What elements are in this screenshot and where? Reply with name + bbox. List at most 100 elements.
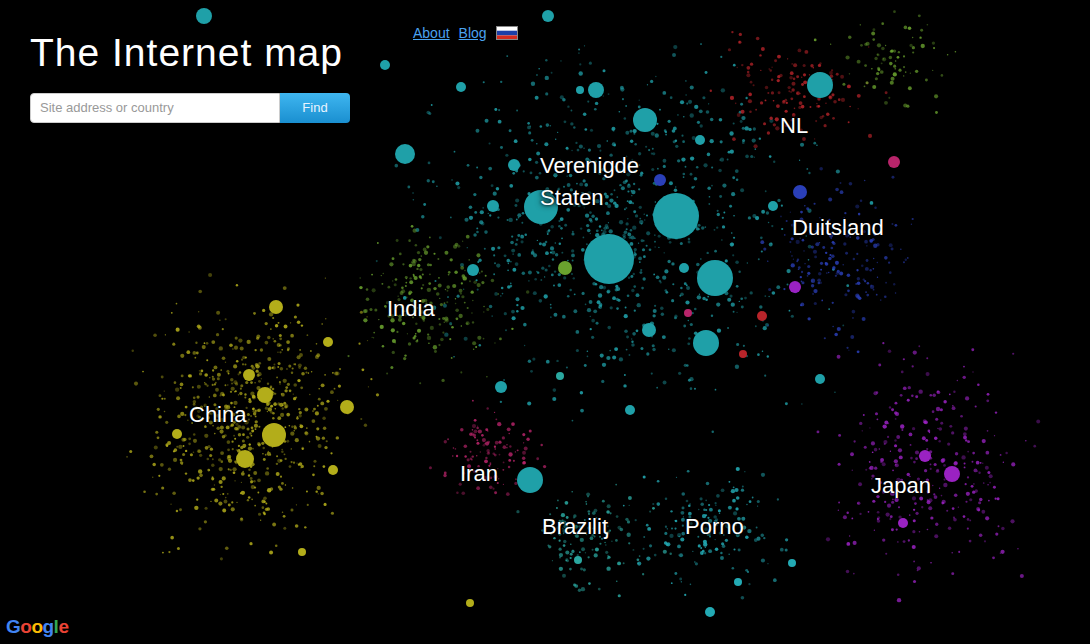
site-dot [466, 321, 470, 325]
site-dot [965, 439, 967, 441]
site-dot [596, 322, 599, 325]
internet-map[interactable]: Verenigde StatenNLDuitslandIndiaChinaIra… [0, 0, 1090, 644]
site-dot [681, 135, 683, 137]
site-dot [422, 284, 424, 286]
site-dot [253, 410, 255, 412]
site-dot [238, 394, 239, 395]
site-dot [588, 148, 591, 151]
site-dot [576, 183, 578, 185]
site-dot [932, 393, 936, 397]
site-dot [583, 148, 584, 149]
site-dot [837, 355, 841, 359]
site-dot [912, 365, 914, 367]
site-dot [522, 272, 525, 275]
site-dot [768, 222, 769, 223]
site-dot [740, 188, 744, 192]
site-dot [232, 448, 234, 450]
site-dot [736, 285, 739, 288]
site-dot [953, 391, 955, 393]
site-dot [476, 166, 478, 168]
site-dot [247, 428, 250, 431]
site-dot [595, 102, 598, 105]
site-dot [438, 344, 440, 346]
site-dot [521, 240, 524, 243]
site-dot [224, 500, 228, 504]
site-dot [449, 322, 452, 325]
site-dot [447, 290, 449, 292]
site-dot [731, 302, 735, 306]
site-dot [395, 164, 399, 168]
site-dot [741, 306, 744, 309]
site-dot [671, 299, 674, 302]
site-dot [978, 471, 980, 473]
site-dot [406, 278, 407, 279]
site-dot [652, 148, 654, 150]
site-dot [750, 291, 753, 294]
site-dot [641, 287, 644, 290]
site-dot [311, 371, 312, 372]
site-dot [606, 356, 610, 360]
site-dot [463, 289, 464, 290]
site-dot [683, 176, 685, 178]
site-dot [930, 562, 932, 564]
site-dot [981, 510, 985, 514]
site-dot [903, 386, 907, 390]
site-dot [685, 166, 687, 168]
site-dot [889, 406, 891, 408]
site-dot [213, 394, 217, 398]
site-dot [966, 492, 970, 496]
site-dot [503, 379, 505, 381]
site-dot [634, 248, 637, 251]
site-dot [253, 471, 257, 475]
site-dot [528, 131, 531, 134]
site-dot [560, 95, 564, 99]
site-dot [913, 350, 917, 354]
site-dot [322, 437, 325, 440]
site-dot [838, 434, 841, 437]
site-dot [627, 184, 631, 188]
site-dot [859, 422, 862, 425]
site-dot [261, 442, 264, 445]
site-dot [571, 110, 573, 112]
site-dot [312, 474, 315, 477]
site-dot [578, 52, 580, 54]
site-dot [240, 388, 242, 390]
site-dot [279, 344, 281, 346]
site-dot [550, 246, 554, 250]
site-dot [908, 539, 910, 541]
site-dot [228, 468, 230, 470]
site-dot [607, 204, 611, 208]
site-dot [167, 441, 171, 445]
site-dot [983, 482, 985, 484]
site-dot [907, 399, 910, 402]
site-dot [875, 412, 878, 415]
site-dot [740, 103, 743, 106]
site-dot [770, 242, 772, 244]
site-dot [275, 545, 278, 548]
site-dot [580, 409, 584, 413]
site-dot [594, 108, 597, 111]
site-dot [476, 227, 478, 229]
site-dot [951, 572, 954, 575]
site-dot [944, 479, 946, 481]
site-dot [219, 346, 223, 350]
site-dot [963, 432, 967, 436]
site-dot [278, 362, 281, 365]
site-dot [702, 297, 705, 300]
site-dot [723, 211, 725, 213]
site-dot [643, 277, 646, 280]
site-dot [974, 468, 978, 472]
site-dot [963, 436, 967, 440]
site-dot [240, 518, 244, 522]
site-dot [444, 251, 448, 255]
site-dot [639, 261, 641, 263]
site-dot [979, 534, 982, 537]
site-dot [267, 488, 271, 492]
site-dot [258, 513, 261, 516]
site-dot [550, 316, 551, 317]
site-dot [209, 396, 210, 397]
site-dot [690, 85, 694, 89]
site-dot [520, 306, 524, 310]
site-dot [457, 295, 460, 298]
site-dot [662, 335, 666, 339]
